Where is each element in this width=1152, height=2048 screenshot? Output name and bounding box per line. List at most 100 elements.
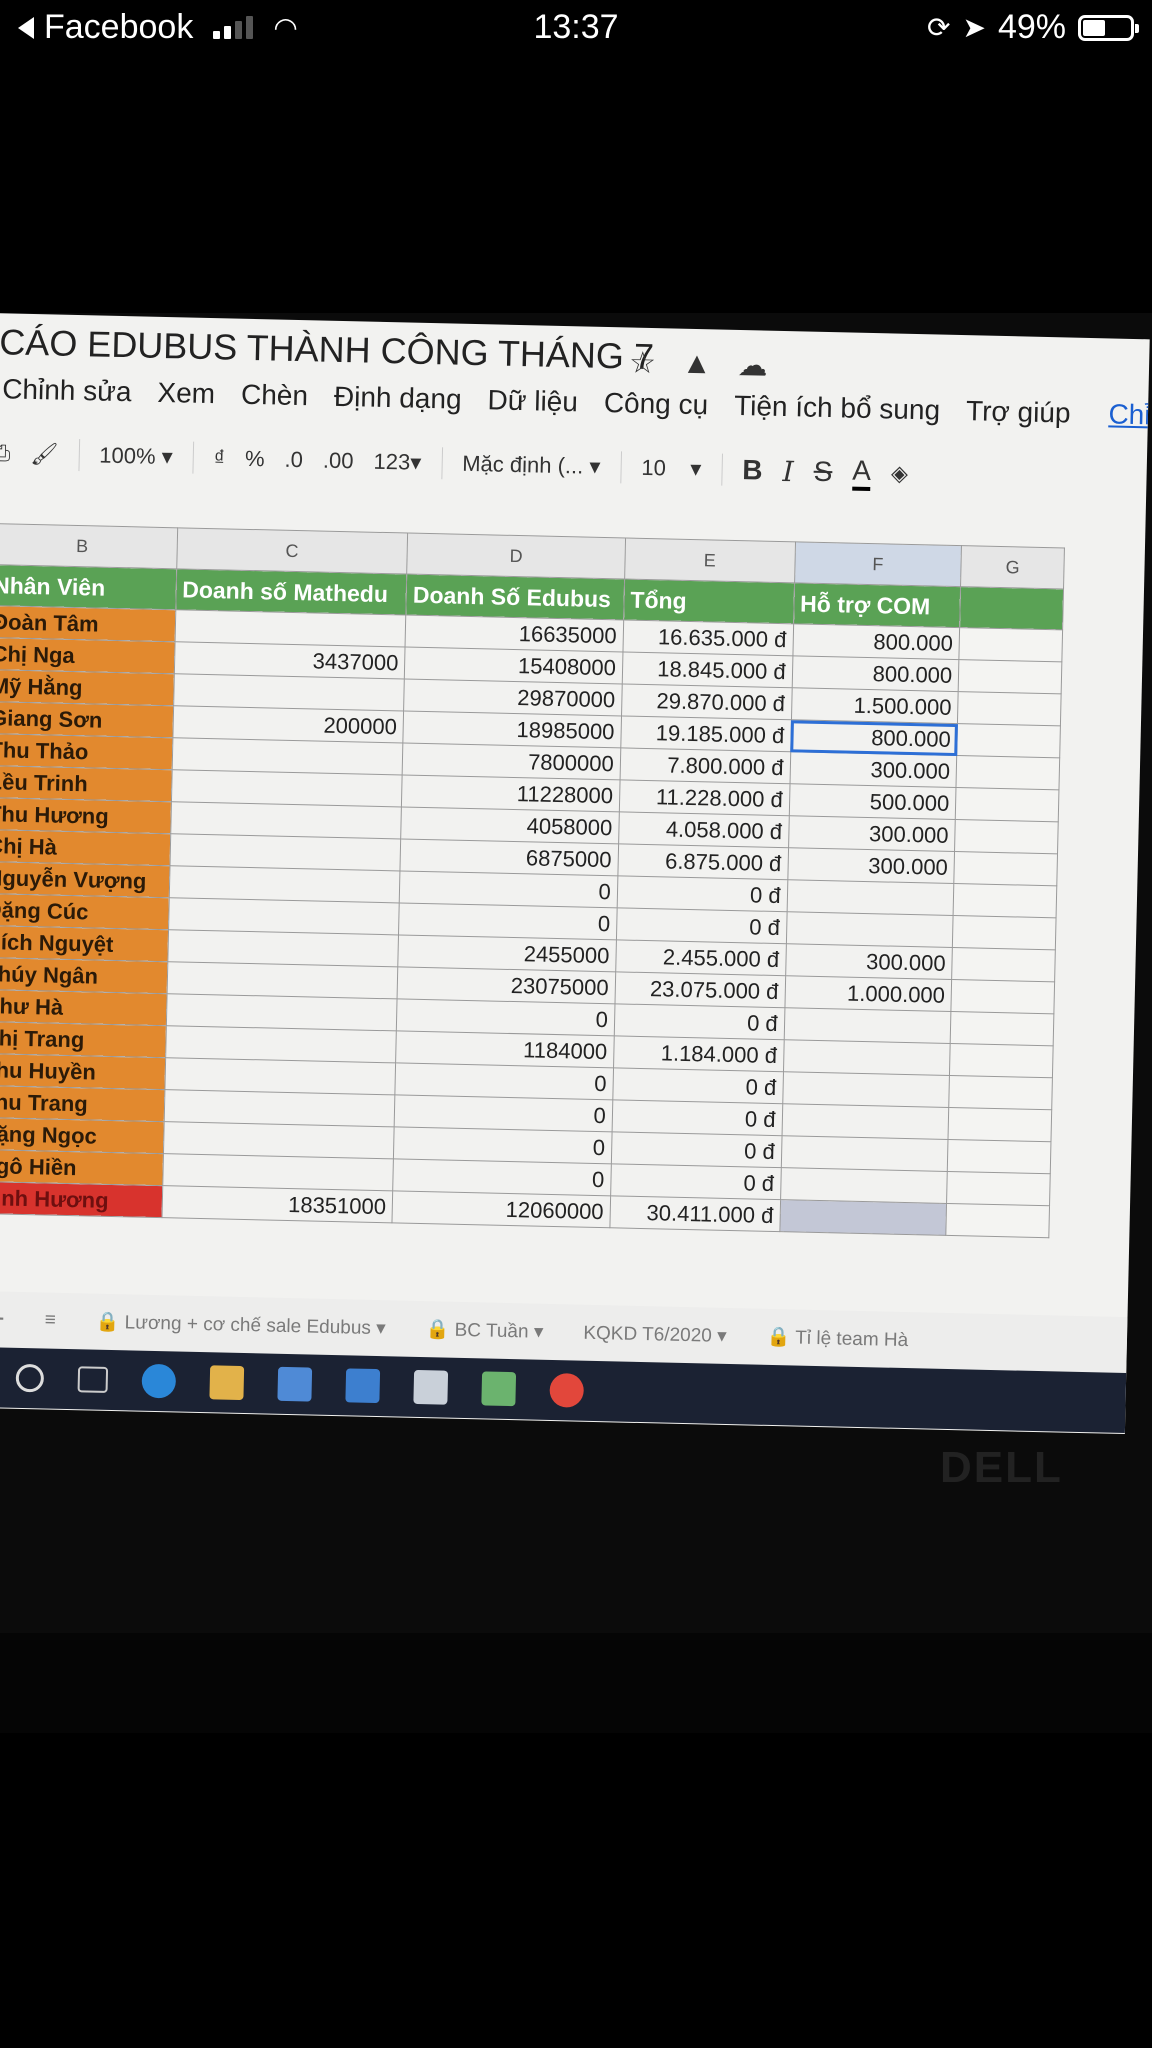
header-cell[interactable]: Hỗ trợ COM [793, 582, 961, 628]
cell[interactable] [945, 1203, 1050, 1238]
more-formats-select[interactable]: 123▾ [373, 449, 421, 476]
cell[interactable] [162, 1121, 395, 1159]
employee-name-cell[interactable]: Thu Hương [0, 797, 171, 834]
cell[interactable] [780, 1135, 949, 1172]
cell[interactable]: 0 [394, 1094, 613, 1132]
cell[interactable] [165, 993, 398, 1031]
cell[interactable] [951, 947, 1056, 982]
cell[interactable] [949, 1043, 1054, 1078]
cell[interactable] [171, 737, 404, 775]
menu-view[interactable]: Xem [157, 377, 215, 410]
cell[interactable] [164, 1057, 396, 1095]
cell[interactable]: 3437000 [173, 641, 406, 679]
cell[interactable]: 16.635.000 đ [622, 619, 794, 656]
cell[interactable] [168, 897, 400, 935]
cell[interactable] [781, 1103, 949, 1140]
cell[interactable] [952, 915, 1057, 950]
cell[interactable]: 500.000 [788, 783, 957, 820]
cell[interactable]: 18.845.000 đ [622, 651, 793, 688]
cell[interactable]: 12060000 [392, 1190, 611, 1228]
employee-name-cell[interactable]: Như Hà [0, 989, 167, 1026]
sheet-tab[interactable]: 🔒 BC Tuần ▾ [425, 1317, 543, 1344]
chrome-icon[interactable] [549, 1372, 585, 1408]
employee-name-cell[interactable]: Mỹ Hằng [0, 669, 174, 706]
cell[interactable]: 0 [392, 1158, 612, 1196]
cell[interactable] [173, 673, 405, 711]
cell[interactable] [953, 883, 1057, 918]
employee-name-cell[interactable]: Đặng Cúc [0, 893, 169, 930]
menu-data[interactable]: Dữ liệu [487, 384, 578, 418]
header-cell[interactable]: Tổng [623, 578, 795, 624]
employee-name-cell[interactable]: Lều Trinh [0, 765, 172, 802]
employee-name-cell[interactable]: Ngô Hiền [0, 1149, 163, 1186]
cell[interactable]: 800.000 [791, 655, 960, 692]
cell[interactable] [950, 1011, 1054, 1046]
document-title[interactable]: CÁO EDUBUS THÀNH CÔNG THÁNG 7 [0, 321, 654, 378]
task-view-icon[interactable] [77, 1366, 109, 1393]
cell[interactable] [169, 833, 401, 871]
cell[interactable] [955, 787, 1059, 822]
cell[interactable]: 0 [398, 902, 617, 940]
employee-name-cell[interactable]: Chị Trang [0, 1021, 166, 1058]
column-header[interactable]: C [176, 527, 408, 575]
excel-icon[interactable] [481, 1371, 517, 1407]
increase-decimal-button[interactable]: .00 [323, 448, 354, 475]
file-explorer-icon[interactable] [209, 1365, 245, 1401]
cell[interactable]: 6.875.000 đ [617, 843, 789, 880]
cell[interactable]: 6875000 [400, 838, 619, 876]
font-size-select[interactable]: 10 ▾ [641, 455, 702, 482]
column-header[interactable]: B [0, 523, 178, 569]
cell[interactable] [163, 1089, 396, 1127]
employee-name-cell[interactable]: Thúy Ngân [0, 957, 168, 994]
cell[interactable] [162, 1153, 394, 1191]
star-icon[interactable]: ☆ [629, 346, 657, 382]
text-color-button[interactable]: A [851, 454, 872, 492]
cell[interactable]: 15408000 [404, 647, 623, 684]
cell[interactable] [165, 1025, 397, 1063]
cell[interactable] [954, 819, 1059, 854]
cell[interactable] [959, 627, 1063, 662]
cell[interactable]: 0 [393, 1126, 612, 1164]
cell[interactable] [170, 801, 402, 839]
employee-name-cell[interactable]: Thu Thảo [0, 733, 173, 770]
cell[interactable] [946, 1171, 1051, 1206]
employee-name-cell[interactable]: Đặng Ngọc [0, 1117, 164, 1154]
cell[interactable]: 1.500.000 [791, 687, 959, 724]
employee-name-cell[interactable]: Chị Nga [0, 637, 175, 674]
employee-name-cell[interactable]: Thu Huyền [0, 1053, 166, 1090]
column-header[interactable]: G [960, 545, 1065, 589]
cell[interactable] [780, 1167, 948, 1204]
currency-format-button[interactable]: ₫ [213, 445, 225, 471]
mail-icon[interactable] [345, 1368, 381, 1404]
cell[interactable] [170, 769, 403, 807]
cell[interactable]: 23.075.000 đ [614, 971, 786, 1008]
cell[interactable]: 0 [396, 998, 615, 1036]
cell[interactable]: 800.000 [792, 623, 960, 660]
cell[interactable]: 18351000 [161, 1185, 393, 1223]
cell[interactable] [948, 1075, 1053, 1110]
sheet-tab[interactable]: 🔒 Tỉ lệ team Hà [766, 1325, 908, 1352]
employee-name-cell[interactable]: Thu Trang [0, 1085, 165, 1122]
cell[interactable]: 300.000 [787, 847, 955, 884]
menu-addons[interactable]: Tiện ích bổ sung [734, 390, 941, 427]
cell[interactable]: 0 đ [616, 907, 787, 944]
menu-insert[interactable]: Chèn [241, 379, 309, 413]
cell[interactable]: 200000 [172, 705, 404, 743]
cell[interactable] [168, 865, 401, 903]
cell[interactable]: 18985000 [403, 710, 622, 748]
cell[interactable]: 0 [395, 1062, 614, 1100]
cell[interactable]: 0 đ [616, 875, 788, 912]
cell[interactable] [786, 879, 954, 916]
cell[interactable] [782, 1071, 950, 1108]
cell[interactable] [783, 1039, 951, 1076]
cell[interactable] [174, 609, 406, 648]
menu-help[interactable]: Trợ giúp [966, 395, 1071, 429]
last-edit-link[interactable]: Chỉnh sửa [1108, 398, 1150, 433]
cell[interactable]: 23075000 [397, 966, 616, 1004]
spreadsheet-grid[interactable]: B C D E F G Nhân Viên Doanh số Mathedu D… [0, 521, 1065, 1238]
move-to-drive-icon[interactable]: ▲ [682, 347, 712, 383]
cell[interactable]: 29870000 [403, 678, 623, 716]
employee-name-cell[interactable]: Đoàn Tâm [0, 605, 176, 642]
app-icon[interactable] [413, 1369, 449, 1405]
cell[interactable]: 1.000.000 [784, 975, 952, 1012]
